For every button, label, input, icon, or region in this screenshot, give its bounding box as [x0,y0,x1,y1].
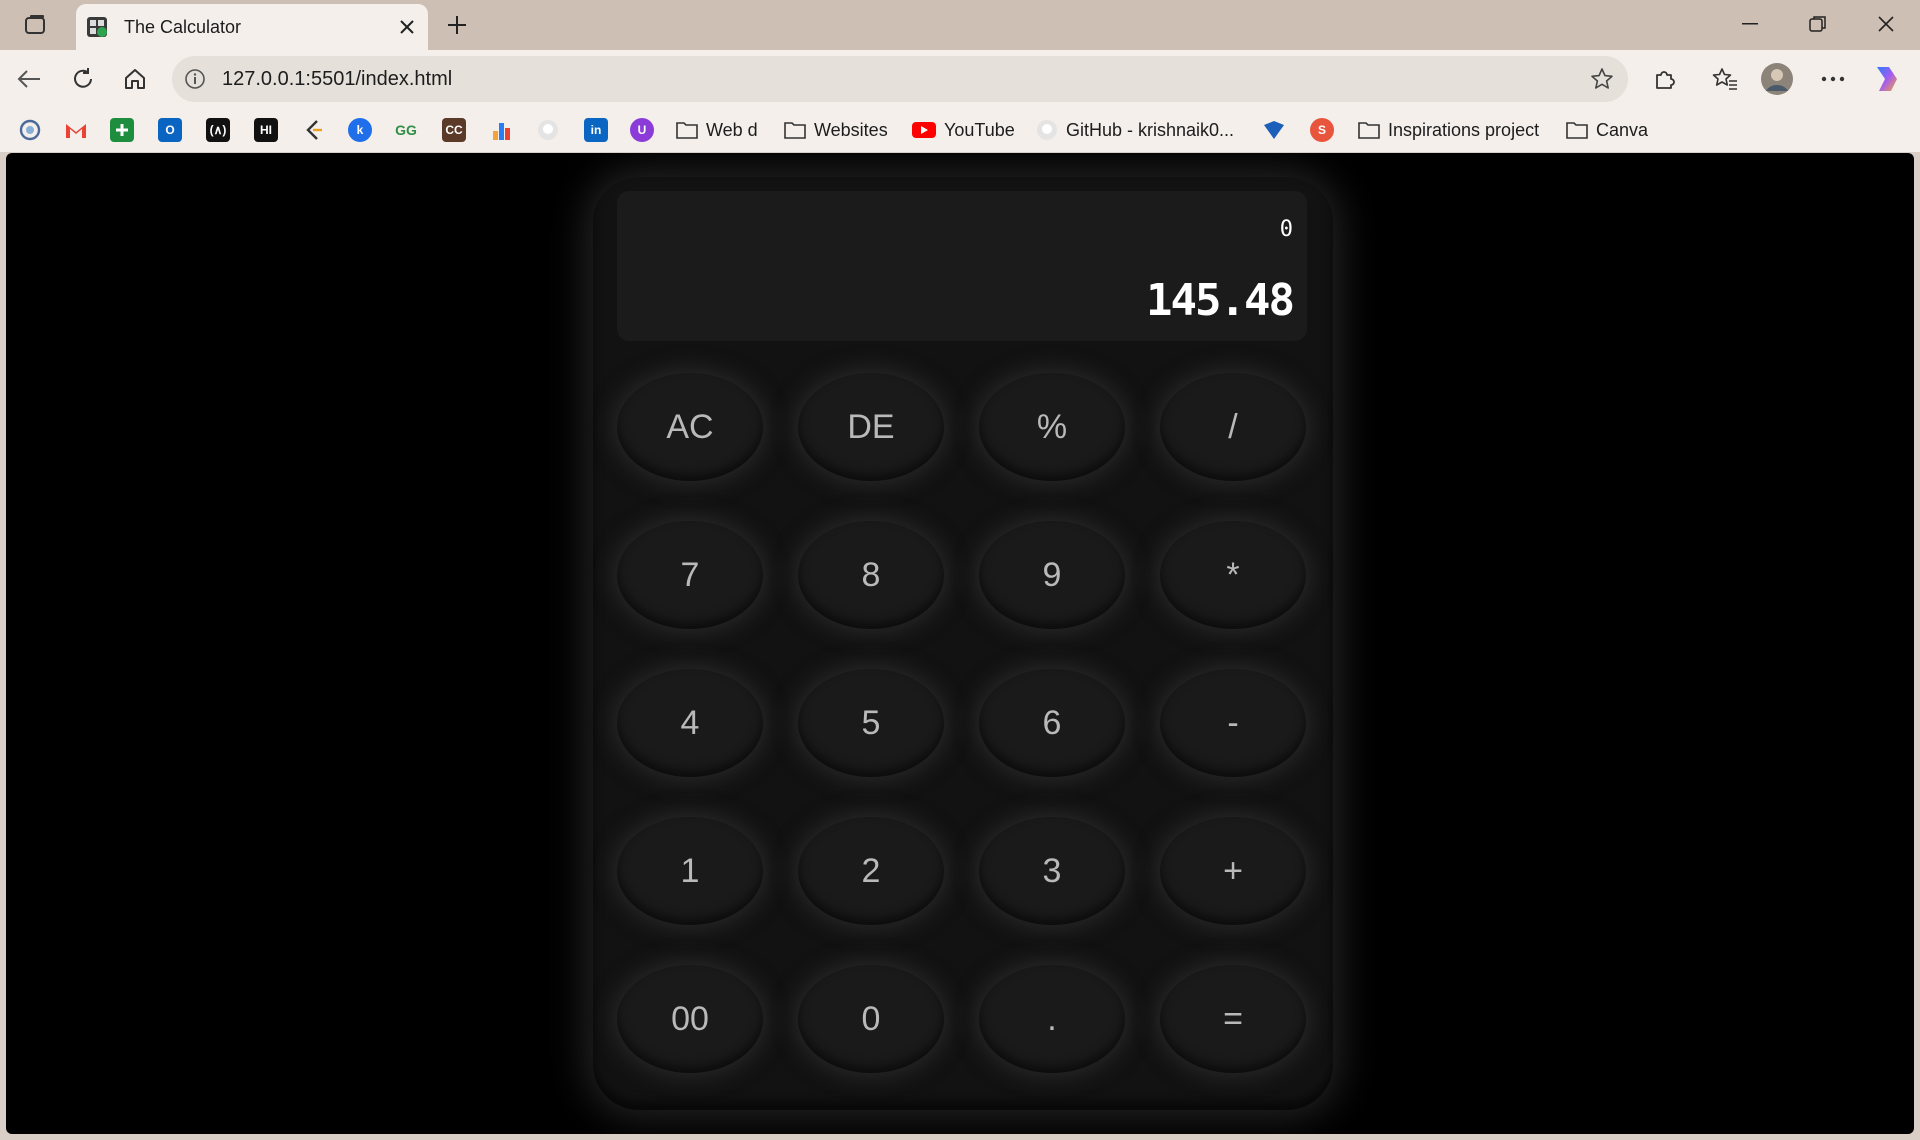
address-toolbar: 127.0.0.1:5501/index.html [0,50,1920,108]
key-subtract[interactable]: - [1160,669,1306,777]
key-2[interactable]: 2 [798,817,944,925]
orange-s-icon[interactable]: S [1310,118,1334,142]
key-de[interactable]: DE [798,373,944,481]
bookmark-label: Web d [706,119,758,140]
bookmark-folder-websites[interactable]: Websites [784,116,888,144]
key-divide[interactable]: / [1160,373,1306,481]
key-4[interactable]: 4 [617,669,763,777]
tab-actions-icon[interactable] [16,8,54,42]
blue-diamond-icon[interactable] [1262,118,1286,142]
bookmark-label: Inspirations project [1388,119,1540,140]
bookmark-folder-web-d[interactable]: Web d [676,116,758,144]
bookmark-label: GitHub - krishnaik0... [1066,119,1235,140]
gmail-icon[interactable] [64,118,88,142]
copilot-icon[interactable] [1868,60,1906,98]
bookmark-folder-inspirations[interactable]: Inspirations project [1358,116,1539,144]
keypad: AC DE % / 7 8 9 * 4 5 6 - 1 2 3 + 00 0 .… [617,373,1307,1085]
minimize-icon[interactable] [1716,0,1784,48]
page-viewport: 0 145.48 AC DE % / 7 8 9 * 4 5 6 - 1 2 3… [6,153,1914,1134]
expression-text: 0 [1279,217,1293,242]
bookmarks-bar: O (∧) HI k GG CC in U Web d Websites You… [0,108,1920,152]
key-8[interactable]: 8 [798,521,944,629]
address-bar[interactable]: 127.0.0.1:5501/index.html [172,56,1628,102]
hashnode-icon[interactable]: HI [254,118,278,142]
folder-icon [676,122,698,139]
reload-icon[interactable] [64,60,102,98]
profile-avatar[interactable] [1758,60,1796,98]
bookmark-label: YouTube [944,119,1015,140]
key-decimal[interactable]: . [979,965,1125,1073]
url-text: 127.0.0.1:5501/index.html [222,68,453,90]
youtube-icon [912,122,936,138]
active-tab[interactable]: The Calculator [76,4,428,50]
close-tab-icon[interactable] [394,14,420,40]
sheets-icon[interactable] [110,118,134,142]
title-bar: The Calculator [0,0,1920,50]
bookmark-youtube[interactable]: YouTube [912,116,1015,144]
chart-icon[interactable] [490,118,514,142]
home-icon[interactable] [116,60,154,98]
leetcode-icon[interactable] [302,118,326,142]
favorites-icon[interactable] [1706,60,1744,98]
bookmark-label: Canva [1596,119,1649,140]
key-1[interactable]: 1 [617,817,763,925]
codechef-icon[interactable]: CC [442,118,466,142]
calculator: 0 145.48 AC DE % / 7 8 9 * 4 5 6 - 1 2 3… [593,177,1333,1110]
bookmark-label: Websites [814,119,888,140]
close-window-icon[interactable] [1852,0,1920,48]
geeksforgeeks-icon[interactable]: GG [394,118,418,142]
bookmark-folder-canva[interactable]: Canva [1566,116,1648,144]
key-add[interactable]: + [1160,817,1306,925]
devto-icon[interactable]: (∧) [206,118,230,142]
purple-u-icon[interactable]: U [630,118,654,142]
restore-icon[interactable] [1784,0,1852,48]
github-icon [1037,120,1057,140]
outlook-icon[interactable]: O [158,118,182,142]
back-icon[interactable] [10,60,48,98]
favorite-star-icon[interactable] [1588,65,1616,93]
key-0[interactable]: 0 [798,965,944,1073]
key-ac[interactable]: AC [617,373,763,481]
key-multiply[interactable]: * [1160,521,1306,629]
bookmark-github[interactable]: GitHub - krishnaik0... [1036,116,1234,144]
key-equals[interactable]: = [1160,965,1306,1073]
folder-icon [1358,122,1380,139]
more-options-icon[interactable] [1814,60,1852,98]
key-6[interactable]: 6 [979,669,1125,777]
extensions-icon[interactable] [1646,60,1684,98]
key-7[interactable]: 7 [617,521,763,629]
blue-k-icon[interactable]: k [348,118,372,142]
key-percent[interactable]: % [979,373,1125,481]
result-text: 145.48 [1146,275,1295,326]
key-3[interactable]: 3 [979,817,1125,925]
site-info-icon[interactable] [182,66,208,92]
calculator-favicon-icon [86,16,108,38]
edge-icon[interactable] [18,118,42,142]
linkedin-icon[interactable]: in [584,118,608,142]
new-tab-button[interactable] [440,8,474,42]
calculator-display: 0 145.48 [617,191,1307,341]
tab-title: The Calculator [124,17,242,37]
key-5[interactable]: 5 [798,669,944,777]
key-9[interactable]: 9 [979,521,1125,629]
folder-icon [784,122,806,139]
key-00[interactable]: 00 [617,965,763,1073]
folder-icon [1566,122,1588,139]
github-icon[interactable] [536,118,560,142]
